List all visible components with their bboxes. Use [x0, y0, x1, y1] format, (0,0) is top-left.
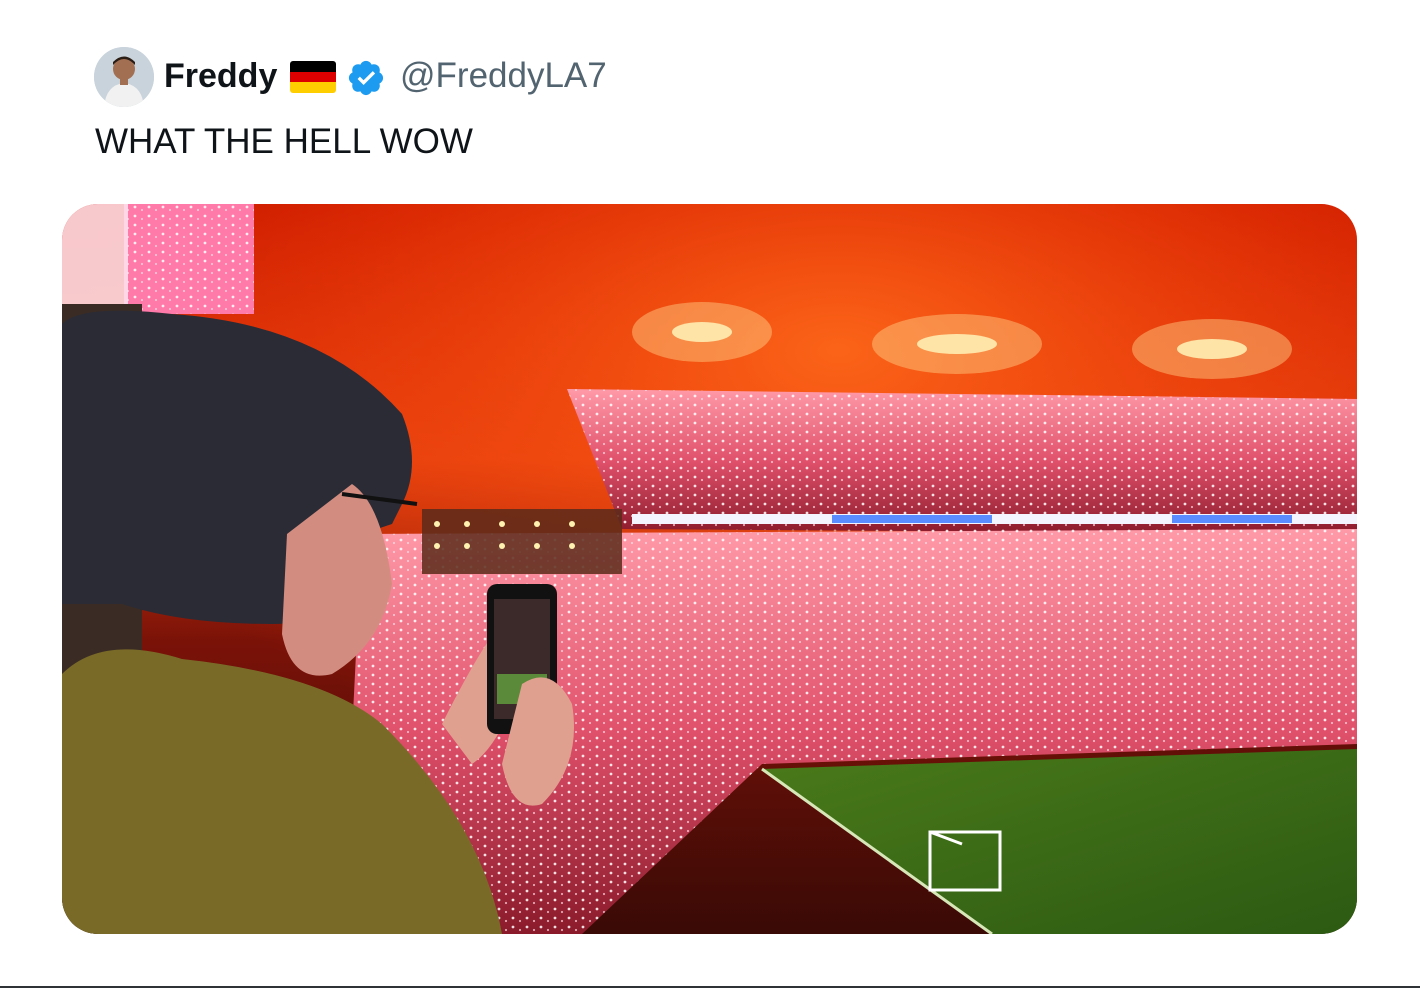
tweet-text: WHAT THE HELL WOW: [95, 122, 473, 161]
author-avatar[interactable]: [94, 47, 154, 107]
tweet-card[interactable]: Freddy @FreddyLA7 WHAT THE HELL WOW: [0, 0, 1420, 990]
tweet-video-thumbnail[interactable]: [62, 204, 1357, 934]
divider: [0, 986, 1420, 988]
verified-badge-icon[interactable]: [346, 58, 386, 98]
author-display-name[interactable]: Freddy: [164, 56, 277, 96]
author-handle[interactable]: @FreddyLA7: [400, 56, 607, 96]
germany-flag-icon: [290, 61, 336, 93]
